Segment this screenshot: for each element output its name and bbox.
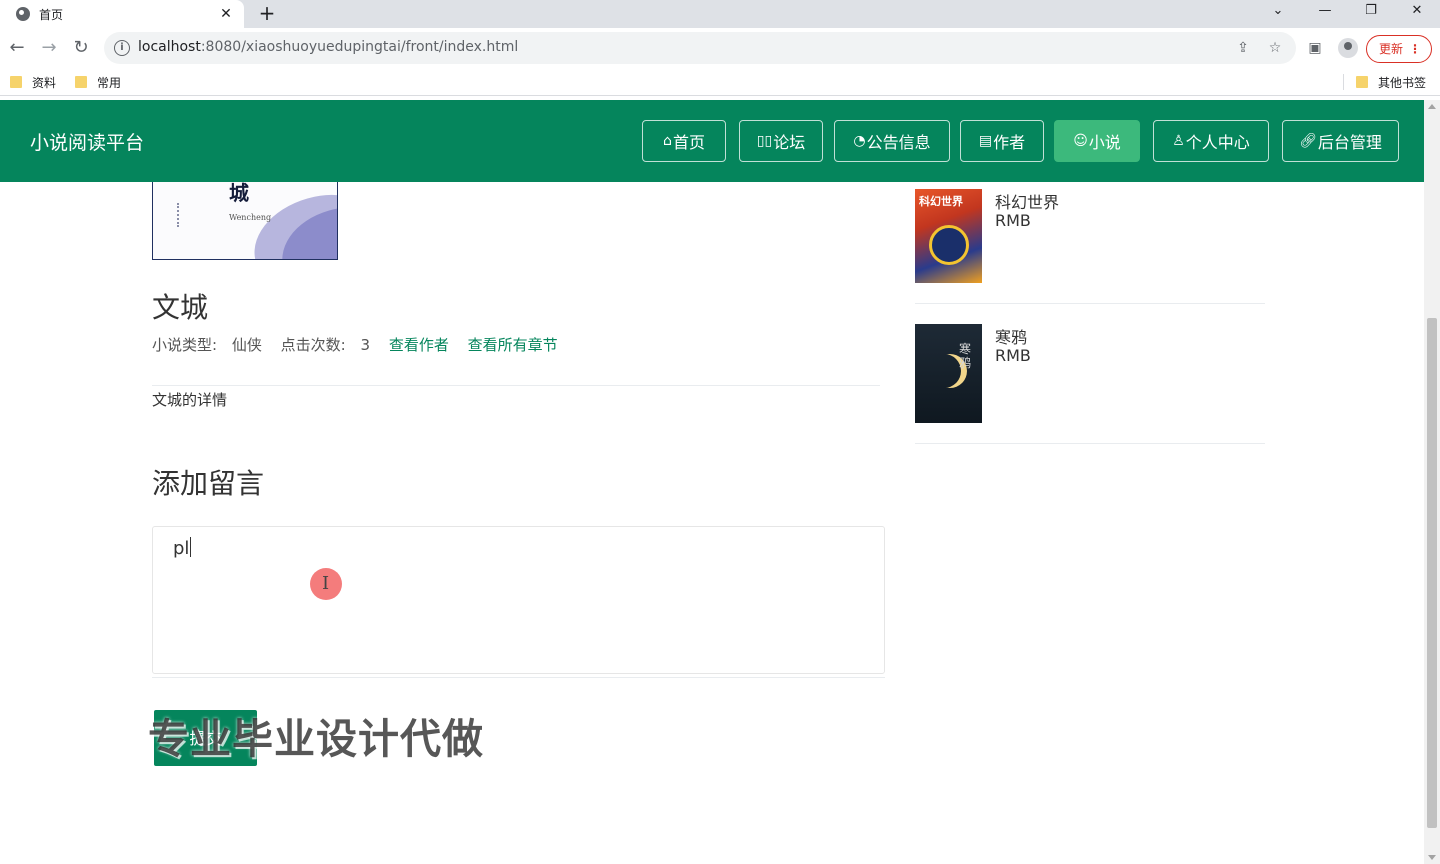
update-button[interactable]: 更新 ⋮: [1366, 35, 1432, 63]
nav-forum[interactable]: ▯▯ 论坛: [739, 120, 823, 162]
site-brand[interactable]: 小说阅读平台: [30, 128, 144, 155]
nav-authors[interactable]: ▤ 作者: [960, 120, 1044, 162]
site-header: 小说阅读平台 ⌂ 首页 ▯▯ 论坛 ◔ 公告信息 ▤ 作者 ☺ 小说 ♙ 个人中心 🔗︎ 后台…: [0, 100, 1424, 182]
browser-tabstrip: 首页 ✕ + ⌄ — ❐ ✕: [0, 0, 1440, 28]
address-url: localhost:8080/xiaoshuoyuedupingtai/fron…: [138, 39, 519, 55]
divider: [915, 303, 1265, 304]
divider: [152, 677, 885, 678]
comment-input-value: pl: [173, 538, 190, 559]
list-item[interactable]: 寒鸦 寒鸦 RMB: [915, 324, 1265, 444]
view-author-link[interactable]: 查看作者: [389, 336, 449, 354]
mouse-cursor-indicator: [310, 568, 342, 600]
bookmarks-divider: [1343, 74, 1344, 90]
document-icon: ▤: [978, 133, 993, 149]
watermark-text: 专业毕业设计代做: [148, 715, 484, 763]
forum-icon: ▯▯: [756, 133, 773, 149]
new-tab-icon[interactable]: +: [256, 2, 278, 24]
divider: [152, 385, 880, 386]
user-icon: ♙: [1172, 133, 1185, 149]
profile-avatar-icon[interactable]: [1338, 38, 1358, 58]
minimize-icon[interactable]: —: [1305, 0, 1345, 24]
list-item-price: RMB: [995, 346, 1031, 365]
tab-search-icon[interactable]: ⌄: [1258, 0, 1298, 24]
bookmark-folder-ziliao[interactable]: 资料: [10, 74, 56, 90]
type-value: 仙侠: [231, 336, 262, 354]
tab-title: 首页: [39, 7, 64, 22]
other-bookmarks[interactable]: 其他书签: [1356, 74, 1426, 90]
nav-announcements[interactable]: ◔ 公告信息: [834, 120, 950, 162]
text-caret: [190, 537, 192, 557]
smile-icon: ☺: [1073, 133, 1088, 149]
list-item[interactable]: 科幻世界 科幻世界 RMB: [915, 189, 1265, 304]
side-panel-icon[interactable]: ▣: [1305, 38, 1325, 58]
restore-icon[interactable]: ❐: [1351, 0, 1391, 24]
moon-icon: [927, 354, 961, 388]
divider: [915, 443, 1265, 444]
dashboard-icon: ◔: [853, 133, 866, 149]
page-viewport: 小说阅读平台 ⌂ 首页 ▯▯ 论坛 ◔ 公告信息 ▤ 作者 ☺ 小说 ♙ 个人中心 🔗︎ 后台…: [0, 100, 1424, 864]
scroll-up-icon[interactable]: [1428, 104, 1436, 109]
book-title: 文城: [152, 291, 209, 324]
reload-icon[interactable]: ↻: [69, 36, 93, 60]
menu-dots-icon[interactable]: ⋮: [1409, 36, 1421, 62]
bookmarks-bar: 资料 常用 其他书签: [0, 68, 1440, 96]
comment-input[interactable]: pl: [152, 526, 885, 674]
window-close-icon[interactable]: ✕: [1397, 0, 1437, 24]
address-bar[interactable]: i localhost:8080/xiaoshuoyuedupingtai/fr…: [104, 32, 1296, 64]
bookmark-star-icon[interactable]: ☆: [1266, 39, 1284, 57]
bookmark-folder-changyong[interactable]: 常用: [75, 74, 121, 90]
page-scrollbar[interactable]: [1424, 100, 1440, 864]
book-detail: 文城的详情: [152, 391, 228, 409]
list-item-price: RMB: [995, 211, 1031, 230]
book-thumbnail[interactable]: 科幻世界: [915, 189, 982, 283]
forward-icon[interactable]: →: [37, 36, 61, 60]
folder-icon: [75, 76, 87, 88]
view-chapters-link[interactable]: 查看所有章节: [468, 336, 558, 354]
comment-section-title: 添加留言: [152, 467, 265, 500]
book-meta: 小说类型: 仙侠 点击次数: 3 查看作者 查看所有章节: [152, 334, 558, 355]
type-label: 小说类型:: [152, 336, 218, 354]
back-icon[interactable]: ←: [5, 36, 29, 60]
clicks-label: 点击次数:: [280, 336, 346, 354]
browser-tab[interactable]: 首页 ✕: [0, 0, 244, 28]
site-info-icon[interactable]: i: [114, 40, 130, 56]
nav-novels[interactable]: ☺ 小说: [1054, 120, 1140, 162]
close-tab-icon[interactable]: ✕: [216, 4, 236, 24]
cover-decoration: [177, 203, 180, 227]
globe-icon: [16, 7, 30, 21]
nav-home[interactable]: ⌂ 首页: [642, 120, 726, 162]
nav-personal-center[interactable]: ♙ 个人中心: [1153, 120, 1269, 162]
list-item-name[interactable]: 科幻世界: [995, 189, 1059, 213]
scrollbar-thumb[interactable]: [1427, 318, 1437, 828]
link-icon: 🔗︎: [1299, 133, 1317, 149]
cover-signature: Wencheng: [229, 213, 272, 222]
folder-icon: [1356, 76, 1368, 88]
share-icon[interactable]: ⇪: [1234, 39, 1252, 57]
folder-icon: [10, 76, 22, 88]
list-item-name[interactable]: 寒鸦: [995, 324, 1027, 348]
home-icon: ⌂: [663, 133, 672, 149]
clicks-value: 3: [360, 336, 371, 354]
nav-admin[interactable]: 🔗︎ 后台管理: [1282, 120, 1399, 162]
thumbnail-text: 寒鸦: [959, 342, 972, 370]
cover-art: [929, 225, 969, 265]
browser-toolbar: ← → ↻ i localhost:8080/xiaoshuoyueduping…: [0, 28, 1440, 68]
book-thumbnail[interactable]: 寒鸦: [915, 324, 982, 423]
scroll-down-icon[interactable]: [1428, 855, 1436, 860]
thumbnail-text: 科幻世界: [919, 195, 963, 208]
